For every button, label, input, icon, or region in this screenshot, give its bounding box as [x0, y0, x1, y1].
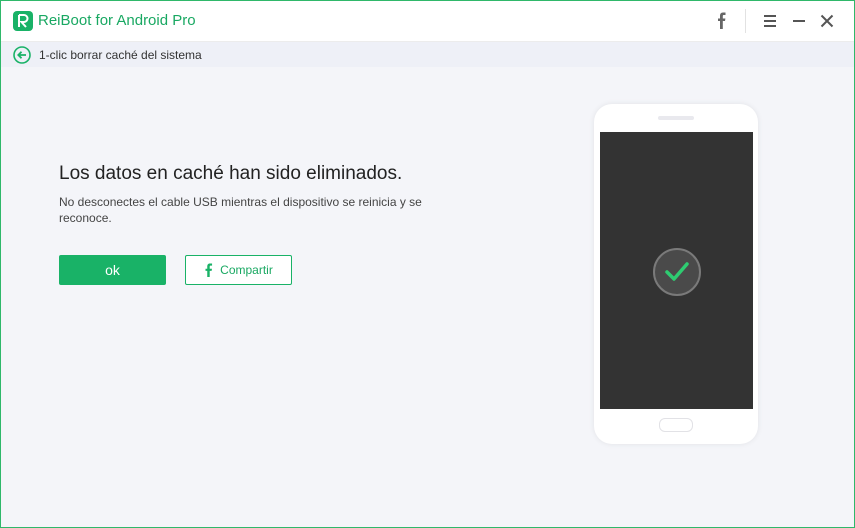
close-icon[interactable] [817, 11, 837, 31]
facebook-icon [205, 263, 213, 277]
app-window: ReiBoot for Android Pro 1-clic borrar ca… [0, 0, 855, 528]
share-button[interactable]: Compartir [185, 255, 292, 285]
phone-home-button [659, 418, 693, 432]
success-badge [653, 248, 701, 296]
titlebar-divider [745, 9, 746, 33]
page-title: Los datos en caché han sido eliminados. [59, 163, 403, 184]
logo-r-icon [18, 14, 29, 28]
minimize-icon[interactable] [789, 11, 809, 31]
menu-icon[interactable] [760, 11, 780, 31]
back-arrow-icon[interactable] [13, 46, 31, 64]
title-bar: ReiBoot for Android Pro [1, 1, 854, 42]
app-title: ReiBoot for Android Pro [38, 12, 196, 29]
phone-speaker [658, 116, 694, 120]
breadcrumb-bar: 1-clic borrar caché del sistema [1, 42, 854, 67]
checkmark-icon [665, 262, 689, 281]
ok-button[interactable]: ok [59, 255, 166, 285]
phone-illustration [594, 104, 758, 444]
result-description: No desconectes el cable USB mientras el … [59, 195, 422, 225]
app-logo [13, 11, 33, 31]
facebook-icon[interactable] [712, 11, 732, 31]
phone-screen [600, 132, 753, 409]
breadcrumb: 1-clic borrar caché del sistema [39, 48, 202, 62]
share-button-label: Compartir [220, 263, 273, 277]
